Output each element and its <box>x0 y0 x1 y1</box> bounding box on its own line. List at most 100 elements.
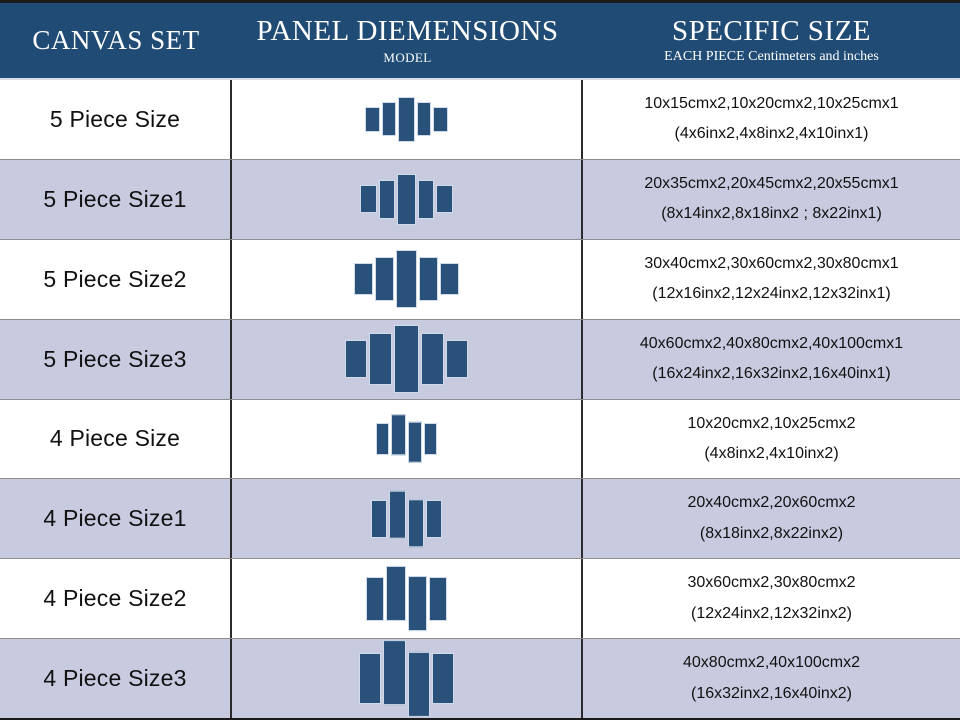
panel-rect <box>353 263 373 296</box>
panel-layout-diagram <box>232 80 581 159</box>
cell-canvas-set-name: 4 Piece Size1 <box>0 479 232 559</box>
table-row: 5 Piece Size3 40x60cmx2,40x80cmx2,40x100c… <box>0 319 960 400</box>
cell-panel-diagram <box>232 479 583 559</box>
size-cm-text: 10x20cmx2,10x25cmx2 <box>687 414 856 432</box>
size-inch-text: (16x24inx2,16x32inx2,16x40inx1) <box>652 365 891 383</box>
panel-layout-diagram <box>232 240 581 319</box>
table-row: 4 Piece Size3 40x80cmx2,40x100cmx2 (16x32i… <box>0 639 960 718</box>
size-inch-text: (8x14inx2,8x18inx2 ; 8x22inx1) <box>661 205 882 223</box>
cell-specific-size: 20x35cmx2,20x45cmx2,20x55cmx1 (8x14inx2,8… <box>583 160 960 239</box>
panel-rect <box>374 257 395 302</box>
panel-rect <box>382 640 407 706</box>
panel-rect <box>433 107 449 132</box>
panel-layout-diagram <box>232 160 581 239</box>
cell-specific-size: 30x60cmx2,30x80cmx2 (12x24inx2,12x32inx2) <box>583 559 960 638</box>
panel-rect <box>445 340 469 379</box>
table-row: 4 Piece Size1 20x40cmx2,20x60cmx2 (8x18inx… <box>0 479 960 560</box>
panel-rect <box>408 422 422 464</box>
size-inch-text: (12x16inx2,12x24inx2,12x32inx1) <box>652 285 891 303</box>
panel-rect <box>408 576 427 632</box>
cell-canvas-set-name: 4 Piece Size3 <box>0 639 232 718</box>
panel-rect <box>359 185 377 214</box>
cell-panel-diagram <box>232 399 583 479</box>
cell-canvas-set-name: 4 Piece Size <box>0 399 232 479</box>
panel-rect <box>398 97 415 142</box>
size-cm-text: 20x35cmx2,20x45cmx2,20x55cmx1 <box>644 174 899 192</box>
panel-rect <box>436 185 454 214</box>
cell-canvas-set-name: 5 Piece Size1 <box>0 159 232 239</box>
table-row: 5 Piece Size1 20x35cmx2,20x45cmx2,20x55cm… <box>0 159 960 240</box>
header-cell-panel-dimensions: PANEL DIEMENSIONS MODEL <box>232 3 583 78</box>
cell-canvas-set-name: 5 Piece Size <box>0 80 232 159</box>
panel-rect <box>344 340 368 379</box>
header-cell-specific-size: SPECIFIC SIZE EACH PIECE Centimeters and… <box>583 3 960 78</box>
panel-rect <box>378 180 396 219</box>
panel-layout-diagram <box>232 479 581 558</box>
table-row: 4 Piece Size2 30x60cmx2,30x80cmx2 (12x24in… <box>0 559 960 640</box>
panel-rect <box>364 107 380 132</box>
canvas-set-label: 5 Piece Size <box>49 105 181 132</box>
size-inch-text: (4x8inx2,4x10inx2) <box>704 444 839 462</box>
panel-rect <box>394 324 419 394</box>
panel-rect <box>418 257 439 302</box>
panel-rect <box>420 332 444 386</box>
size-cm-text: 30x40cmx2,30x60cmx2,30x80cmx1 <box>644 254 899 272</box>
cell-canvas-set-name: 4 Piece Size2 <box>0 559 232 639</box>
panel-rect <box>381 102 397 137</box>
size-cm-text: 30x60cmx2,30x80cmx2 <box>687 574 856 592</box>
panel-rect <box>440 263 460 296</box>
size-inch-text: (8x18inx2,8x22inx2) <box>699 524 844 542</box>
cell-panel-diagram <box>232 559 583 639</box>
canvas-set-label: 4 Piece Size3 <box>43 665 187 692</box>
panel-rect <box>365 576 385 621</box>
panel-rect <box>386 565 407 622</box>
size-inch-text: (12x24inx2,12x32inx2) <box>691 604 852 622</box>
panel-rect <box>408 499 425 547</box>
size-cm-text: 40x80cmx2,40x100cmx2 <box>683 654 860 672</box>
cell-panel-diagram <box>232 80 583 159</box>
canvas-set-label: 4 Piece Size1 <box>43 505 187 532</box>
panel-rect <box>388 490 407 539</box>
cell-specific-size: 40x60cmx2,40x80cmx2,40x100cmx1 (16x24inx2… <box>583 320 960 399</box>
panel-layout-diagram <box>232 400 581 479</box>
canvas-set-label: 5 Piece Size2 <box>43 265 187 292</box>
canvas-size-table: CANVAS SET PANEL DIEMENSIONS MODEL SPECI… <box>0 0 960 720</box>
panel-layout-diagram <box>232 639 581 718</box>
panel-rect <box>408 652 431 717</box>
size-cm-text: 40x60cmx2,40x80cmx2,40x100cmx1 <box>639 334 904 352</box>
cell-canvas-set-name: 5 Piece Size3 <box>0 319 232 399</box>
panel-rect <box>432 653 454 705</box>
cell-specific-size: 20x40cmx2,20x60cmx2 (8x18inx2,8x22inx2) <box>583 479 960 558</box>
canvas-set-label: 4 Piece Size <box>49 425 181 452</box>
table-body: 5 Piece Size 10x15cmx2,10x20cmx2,10x25cmx… <box>0 80 960 718</box>
cell-panel-diagram <box>232 319 583 399</box>
cell-specific-size: 10x15cmx2,10x20cmx2,10x25cmx1 (4x6inx2,4x… <box>583 80 960 159</box>
panel-rect <box>391 414 407 456</box>
cell-panel-diagram <box>232 159 583 239</box>
canvas-set-label: 5 Piece Size1 <box>43 185 187 212</box>
panel-layout-diagram <box>232 320 581 399</box>
cell-panel-diagram <box>232 639 583 718</box>
header-subtitle-model: MODEL <box>383 49 432 65</box>
canvas-set-label: 4 Piece Size2 <box>43 585 187 612</box>
header-title-specific-size: SPECIFIC SIZE <box>671 14 872 47</box>
size-cm-text: 20x40cmx2,20x60cmx2 <box>687 494 856 512</box>
panel-rect <box>417 180 435 219</box>
cell-specific-size: 40x80cmx2,40x100cmx2 (16x32inx2,16x40inx2… <box>583 639 960 718</box>
table-row: 5 Piece Size2 30x40cmx2,30x60cmx2,30x80cm… <box>0 239 960 320</box>
panel-rect <box>396 250 417 308</box>
cell-canvas-set-name: 5 Piece Size2 <box>0 239 232 319</box>
header-cell-canvas-set: CANVAS SET <box>0 3 232 78</box>
panel-rect <box>375 422 390 456</box>
panel-rect <box>426 500 442 538</box>
panel-rect <box>423 422 438 456</box>
size-inch-text: (16x32inx2,16x40inx2) <box>691 684 852 702</box>
panel-rect <box>359 653 381 705</box>
size-cm-text: 10x15cmx2,10x20cmx2,10x25cmx1 <box>644 95 899 113</box>
cell-specific-size: 10x20cmx2,10x25cmx2 (4x8inx2,4x10inx2) <box>583 400 960 479</box>
cell-panel-diagram <box>232 239 583 319</box>
header-title-panel-dimensions: PANEL DIEMENSIONS <box>256 15 559 48</box>
panel-rect <box>371 500 387 538</box>
panel-rect <box>369 332 393 386</box>
size-inch-text: (4x6inx2,4x8inx2,4x10inx1) <box>674 125 869 143</box>
